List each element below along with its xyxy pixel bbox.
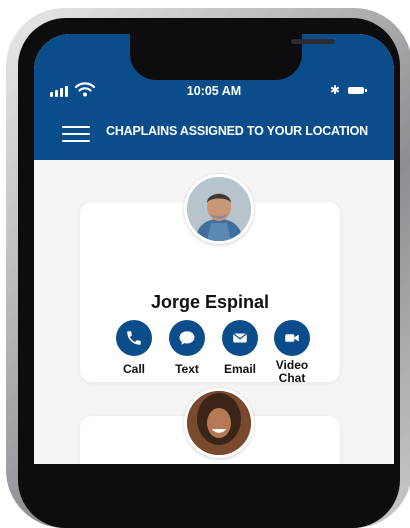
text-label: Text bbox=[175, 362, 199, 376]
avatar bbox=[184, 174, 254, 244]
app-screen: 10:05 AM ✱ CHAPLAINS ASSIGNED TO YOUR LO… bbox=[34, 34, 394, 464]
hamburger-menu-icon[interactable] bbox=[62, 126, 90, 147]
person-photo-icon bbox=[187, 391, 251, 455]
battery-icon bbox=[348, 87, 367, 94]
phone-notch bbox=[130, 34, 335, 80]
chaplain-name: Jorge Espinal bbox=[150, 292, 270, 312]
text-button[interactable]: Text bbox=[161, 320, 213, 376]
app-header: 10:05 AM ✱ CHAPLAINS ASSIGNED TO YOUR LO… bbox=[34, 34, 394, 160]
avatar bbox=[184, 388, 254, 458]
envelope-icon bbox=[222, 320, 258, 356]
email-label: Email bbox=[223, 362, 256, 376]
bluetooth-icon: ✱ bbox=[330, 83, 341, 97]
page-title: CHAPLAINS ASSIGNED TO YOUR LOCATION bbox=[106, 124, 369, 138]
person-photo-icon bbox=[187, 177, 251, 241]
email-button[interactable]: Email bbox=[214, 320, 266, 376]
call-button[interactable]: Call bbox=[108, 320, 160, 376]
speaker-grille bbox=[291, 39, 335, 44]
phone-icon bbox=[116, 320, 152, 356]
video-chat-button[interactable]: Video Chat bbox=[266, 320, 318, 385]
call-label: Call bbox=[122, 362, 145, 376]
chat-bubble-icon bbox=[169, 320, 205, 356]
video-camera-icon bbox=[274, 320, 310, 356]
video-chat-label: Video Chat bbox=[275, 358, 309, 385]
